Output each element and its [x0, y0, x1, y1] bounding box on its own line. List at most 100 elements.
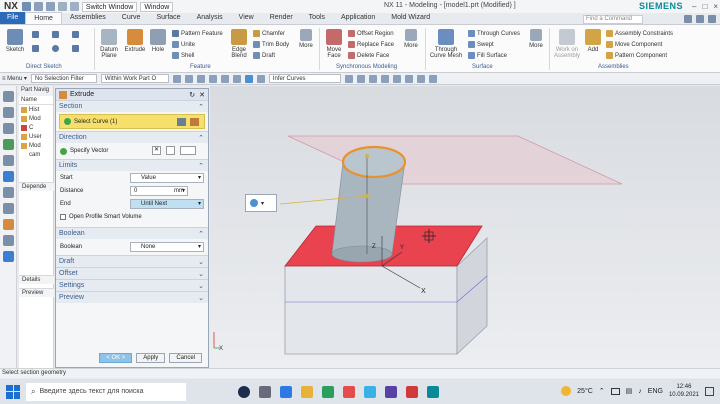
- restore-icon[interactable]: [708, 15, 716, 23]
- volume-icon[interactable]: ♪: [638, 388, 642, 395]
- swept-button[interactable]: Swept: [468, 41, 494, 48]
- notifications-icon[interactable]: [705, 386, 714, 396]
- help-icon[interactable]: [684, 15, 692, 23]
- nx-app-icon[interactable]: [427, 385, 439, 398]
- body-pick-icon[interactable]: [256, 74, 265, 83]
- windows-start-icon[interactable]: [6, 384, 20, 399]
- part-navigator-icon[interactable]: [2, 91, 14, 102]
- assembly-navigator-icon[interactable]: [2, 107, 14, 118]
- process-studio-icon[interactable]: [2, 203, 14, 214]
- datum-plane-button[interactable]: Datum Plane: [97, 29, 121, 59]
- section-group-header[interactable]: Section ⌃: [56, 100, 208, 112]
- move-component-button[interactable]: Move Component: [606, 41, 662, 48]
- preview-panel[interactable]: Preview: [19, 288, 54, 297]
- open-profile-checkbox[interactable]: [60, 213, 66, 220]
- edge-icon[interactable]: [280, 385, 292, 398]
- manufacturing-wizards-icon[interactable]: [2, 251, 14, 262]
- app-icon[interactable]: [385, 385, 397, 398]
- boolean-group-header[interactable]: Boolean ⌃: [56, 227, 208, 239]
- chamfer-button[interactable]: Chamfer: [253, 30, 285, 37]
- pick-icon[interactable]: [208, 74, 217, 83]
- network-icon[interactable]: ▤: [626, 387, 633, 395]
- window-menu-button[interactable]: Window: [140, 1, 174, 12]
- face-pick-icon[interactable]: [244, 74, 253, 83]
- reset-icon[interactable]: ↻: [189, 91, 195, 99]
- select-all-icon[interactable]: [184, 74, 193, 83]
- navigator-row[interactable]: Mod: [19, 141, 53, 150]
- more-feature-button[interactable]: More: [296, 29, 316, 49]
- pattern-feature-button[interactable]: Pattern Feature: [172, 30, 223, 37]
- tab-view[interactable]: View: [231, 12, 262, 24]
- move-face-button[interactable]: Move Face: [322, 29, 346, 59]
- language-indicator[interactable]: ENG: [648, 388, 663, 395]
- hd3d-tools-icon[interactable]: [2, 155, 14, 166]
- delete-face-button[interactable]: Delete Face: [348, 52, 389, 59]
- draft-group-header[interactable]: Draft ⌄: [56, 255, 208, 267]
- reverse-direction-icon[interactable]: ✕: [152, 146, 161, 155]
- unite-button[interactable]: Unite: [172, 41, 195, 48]
- rectangle-tool[interactable]: [52, 31, 59, 38]
- chrome-icon[interactable]: [322, 385, 334, 398]
- curve-pick-icon[interactable]: [220, 74, 229, 83]
- reuse-library-icon[interactable]: [2, 139, 14, 150]
- web-browser-icon[interactable]: [2, 171, 14, 182]
- roles-icon[interactable]: [2, 219, 14, 230]
- boolean-dropdown[interactable]: None: [130, 242, 204, 252]
- specify-vector-row[interactable]: Specify Vector ✕: [56, 143, 208, 159]
- open-profile-row[interactable]: Open Profile Smart Volume: [56, 210, 208, 223]
- weather-icon[interactable]: [561, 386, 572, 396]
- add-component-button[interactable]: Add: [584, 29, 602, 53]
- assembly-constraints-button[interactable]: Assembly Constraints: [606, 30, 673, 37]
- point-snap-icon[interactable]: [380, 74, 389, 83]
- constraint-navigator-icon[interactable]: [2, 123, 14, 134]
- quadrant-snap-icon[interactable]: [428, 74, 437, 83]
- battery-icon[interactable]: [610, 387, 620, 395]
- save-icon[interactable]: [21, 2, 31, 11]
- chain-icon[interactable]: [368, 74, 377, 83]
- curve-icon[interactable]: [190, 118, 199, 126]
- details-panel[interactable]: Details: [19, 275, 54, 284]
- navigator-row[interactable]: C: [19, 123, 53, 132]
- more-surface-button[interactable]: More: [526, 29, 546, 49]
- trim-body-button[interactable]: Trim Body: [253, 41, 289, 48]
- through-curves-button[interactable]: Through Curves: [468, 30, 520, 37]
- fillet-tool[interactable]: [72, 45, 79, 52]
- telegram-icon[interactable]: [364, 385, 376, 398]
- tab-mold-wizard[interactable]: Mold Wizard: [383, 12, 438, 24]
- shell-button[interactable]: Shell: [172, 52, 194, 59]
- navigator-row[interactable]: User: [19, 132, 53, 141]
- sketch-button[interactable]: Sketch: [3, 29, 27, 53]
- start-dropdown[interactable]: Value: [130, 172, 204, 183]
- type-filter-dropdown[interactable]: No Selection Filter: [30, 74, 97, 83]
- endpoint-snap-icon[interactable]: [392, 74, 401, 83]
- draft-button[interactable]: Draft: [253, 52, 275, 59]
- ok-button[interactable]: < OK >: [99, 353, 133, 363]
- select-curve-row[interactable]: Select Curve (1): [59, 114, 205, 129]
- direction-group-header[interactable]: Direction ⌃: [56, 131, 208, 143]
- tab-application[interactable]: Application: [333, 12, 383, 24]
- command-search-input[interactable]: Find a Command: [583, 15, 643, 24]
- undo-icon[interactable]: [33, 2, 43, 11]
- fill-surface-button[interactable]: Fill Surface: [468, 52, 507, 59]
- tab-surface[interactable]: Surface: [148, 12, 188, 24]
- tab-home[interactable]: Home: [25, 12, 62, 24]
- taskbar-search-input[interactable]: ⌕ Введите здесь текст для поиска: [26, 382, 186, 401]
- task-view-icon[interactable]: [238, 385, 250, 398]
- edge-blend-button[interactable]: Edge Blend: [227, 29, 251, 59]
- vector-dialog-icon[interactable]: [166, 146, 175, 155]
- snap-icon[interactable]: [196, 74, 205, 83]
- settings-group-header[interactable]: Settings ⌄: [56, 279, 208, 291]
- navigator-row[interactable]: Hist: [19, 105, 53, 114]
- navigator-row[interactable]: cam: [19, 150, 53, 159]
- follow-fillet-icon[interactable]: [356, 74, 365, 83]
- recorder-icon[interactable]: [406, 385, 418, 398]
- opera-icon[interactable]: [343, 385, 355, 398]
- switch-window-button[interactable]: Switch Window: [81, 1, 138, 12]
- stop-at-intersection-icon[interactable]: [344, 74, 353, 83]
- dependents-panel[interactable]: Depende: [19, 182, 54, 191]
- arc-tool[interactable]: [32, 45, 39, 52]
- file-explorer-icon[interactable]: [259, 385, 271, 398]
- onscreen-direction-input[interactable]: ▾: [245, 194, 277, 212]
- through-curve-mesh-button[interactable]: Through Curve Mesh: [428, 29, 464, 59]
- pattern-component-button[interactable]: Pattern Component: [606, 52, 667, 59]
